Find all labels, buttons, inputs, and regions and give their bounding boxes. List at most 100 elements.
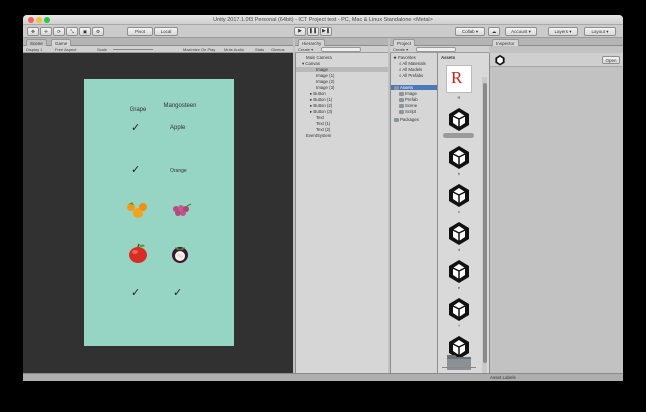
folder-item[interactable]: Prefab — [399, 97, 418, 102]
pause-button[interactable]: ❚❚ — [307, 27, 319, 36]
grape-image[interactable] — [170, 203, 192, 219]
unity-editor-window: Unity 2017.1.0f3 Personal (64bit) - ICT … — [23, 15, 623, 381]
apple-image[interactable] — [127, 242, 149, 264]
folder-item[interactable]: Image — [399, 91, 417, 96]
hierarchy-item[interactable]: Text (1) — [316, 121, 330, 126]
hand-tool-button[interactable]: ✥ — [27, 27, 39, 36]
check-mark: ✓ — [131, 164, 141, 176]
folder-item[interactable]: Packages — [394, 117, 419, 122]
asset-label-selected — [443, 133, 474, 138]
step-button[interactable]: ▶❚ — [320, 27, 332, 36]
icon-size-slider[interactable] — [442, 367, 476, 368]
asset-label: e — [457, 285, 461, 290]
folder-icon[interactable] — [446, 351, 472, 371]
transform-tool-button[interactable]: ⚙ — [92, 27, 104, 36]
star-icon: ★ — [393, 55, 397, 60]
hierarchy-item[interactable]: ▾ Canvas — [302, 61, 320, 66]
status-bar: Asset Labels — [23, 373, 623, 381]
mangosteen-image[interactable] — [169, 242, 191, 264]
hierarchy-search-input[interactable] — [321, 47, 361, 52]
asset-label: f — [458, 323, 460, 328]
mute-audio-toggle[interactable]: Mute Audio — [224, 47, 244, 53]
folder-icon — [394, 85, 399, 90]
scale-slider[interactable] — [113, 49, 153, 50]
display-dropdown[interactable]: Display 1 — [26, 47, 42, 53]
hierarchy-item[interactable]: ▸ Button (3) — [310, 109, 332, 114]
inspector-panel: Open — [489, 53, 623, 373]
project-scrollbar[interactable] — [482, 77, 487, 373]
favorites-item[interactable]: ⌕ All Models — [399, 67, 422, 72]
orange-text: Orange — [170, 168, 187, 174]
apple-text: Apple — [170, 125, 186, 131]
hierarchy-item[interactable]: Image (1) — [316, 73, 334, 78]
tab-scene[interactable]: Scene — [26, 39, 47, 46]
gizmos-dropdown[interactable]: Gizmos — [271, 47, 285, 53]
tab-inspector[interactable]: Inspector — [492, 39, 519, 46]
rect-tool-button[interactable]: ▣ — [79, 27, 91, 36]
hierarchy-tabstrip: Hierarchy — [295, 38, 388, 46]
game-subbar: Display 1 Free Aspect Scale Maximize On … — [23, 46, 293, 53]
hierarchy-item[interactable]: EventSystem — [306, 133, 331, 138]
unity-cube-icon[interactable] — [446, 257, 472, 285]
asset-label: c — [458, 209, 460, 214]
hierarchy-item[interactable]: Image (3) — [316, 85, 334, 90]
stats-toggle[interactable]: Stats — [255, 47, 264, 53]
inspector-header: Open — [490, 53, 623, 67]
hierarchy-item[interactable]: ▸ Button — [310, 91, 326, 96]
open-button[interactable]: Open — [602, 56, 620, 64]
hierarchy-create-dropdown[interactable]: Create ▾ — [298, 47, 313, 53]
title-bar: Unity 2017.1.0f3 Personal (64bit) - ICT … — [23, 15, 623, 25]
favorites-item[interactable]: ⌕ All Materials — [399, 61, 426, 66]
play-button[interactable]: ▶ — [294, 27, 306, 36]
breadcrumb: Assets — [441, 55, 456, 60]
hierarchy-subbar: Create ▾ — [295, 46, 388, 53]
project-tabstrip: Project — [390, 38, 489, 46]
move-tool-button[interactable]: ✛ — [40, 27, 52, 36]
layout-dropdown[interactable]: Layout ▾ — [584, 27, 616, 36]
maximize-on-play-toggle[interactable]: Maximize On Play — [183, 47, 215, 53]
pivot-toggle[interactable]: Pivot — [127, 27, 153, 36]
favorites-item[interactable]: ★ Favorites — [393, 55, 416, 60]
hierarchy-item[interactable]: Text — [316, 115, 324, 120]
tab-project[interactable]: Project — [393, 39, 416, 46]
hierarchy-item[interactable]: Image (2) — [316, 79, 334, 84]
mangosteen-header: Mangosteen — [163, 103, 197, 109]
orange-image[interactable] — [126, 201, 148, 219]
window-title: Unity 2017.1.0f3 Personal (64bit) - ICT … — [213, 16, 433, 23]
favorites-item[interactable]: ⌕ All Prefabs — [399, 73, 423, 78]
hierarchy-item[interactable]: Text (2) — [316, 127, 330, 132]
folder-item[interactable]: Script — [399, 109, 416, 114]
folder-item[interactable]: Scene — [399, 103, 417, 108]
collab-dropdown[interactable]: Collab ▾ — [455, 27, 485, 36]
project-create-dropdown[interactable]: Create ▾ — [393, 47, 408, 53]
hierarchy-item-selected[interactable]: Image — [296, 67, 388, 72]
hierarchy-item[interactable]: Main Camera — [306, 55, 332, 60]
local-toggle[interactable]: Local — [154, 27, 178, 36]
asset-label: R — [457, 95, 461, 100]
scrollbar-thumb[interactable] — [482, 83, 487, 363]
main-toolbar: ✥ ✛ ⟳ ⤡ ▣ ⚙ Pivot Local ▶ ❚❚ ▶❚ Collab ▾… — [23, 25, 623, 38]
cloud-button[interactable]: ☁ — [488, 27, 500, 36]
layers-dropdown[interactable]: Layers ▾ — [548, 27, 578, 36]
tab-hierarchy[interactable]: Hierarchy — [298, 39, 326, 46]
unity-cube-icon[interactable] — [446, 219, 472, 247]
unity-cube-icon[interactable] — [446, 105, 472, 133]
check-mark: ✓ — [173, 287, 183, 299]
scale-tool-button[interactable]: ⤡ — [66, 27, 78, 36]
status-text: Asset Labels — [490, 375, 516, 380]
assets-folder-selected[interactable]: Assets — [391, 85, 437, 90]
game-view: Grape Mangosteen ✓ Apple ✓ Orange ✓ ✓ — [23, 53, 293, 373]
folder-icon — [399, 109, 404, 114]
hierarchy-item[interactable]: ▸ Button (1) — [310, 97, 332, 102]
script-asset[interactable]: R — [446, 65, 472, 93]
hierarchy-item[interactable]: ▸ Button (2) — [310, 103, 332, 108]
unity-cube-icon[interactable] — [446, 295, 472, 323]
unity-cube-icon[interactable] — [446, 143, 472, 171]
account-dropdown[interactable]: Account ▾ — [505, 27, 537, 36]
aspect-dropdown[interactable]: Free Aspect — [55, 47, 76, 53]
project-search-input[interactable] — [416, 47, 456, 52]
grape-header: Grape — [129, 107, 147, 113]
tab-game[interactable]: Game — [51, 39, 72, 46]
unity-cube-icon[interactable] — [446, 181, 472, 209]
rotate-tool-button[interactable]: ⟳ — [53, 27, 65, 36]
